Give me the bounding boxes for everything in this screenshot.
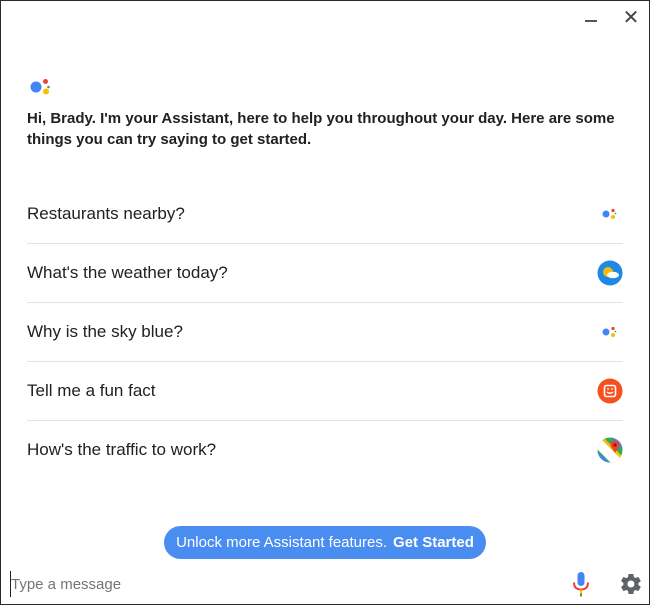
suggestion-weather[interactable]: What's the weather today?: [27, 244, 623, 303]
weather-icon: [597, 260, 623, 286]
minimize-button[interactable]: [580, 7, 602, 29]
close-button[interactable]: ✕: [620, 7, 642, 29]
assistant-window: ✕ Hi, Brady. I'm your Assistant, here to…: [0, 0, 650, 605]
assistant-logo-icon: [30, 79, 50, 95]
message-bar: [1, 567, 649, 603]
suggestion-list: Restaurants nearby? What's the weather t…: [27, 185, 623, 479]
suggestion-fun-fact[interactable]: Tell me a fun fact: [27, 362, 623, 421]
microphone-icon[interactable]: [570, 571, 592, 597]
suggestion-sky[interactable]: Why is the sky blue?: [27, 303, 623, 362]
suggestion-label: Why is the sky blue?: [27, 322, 183, 341]
suggestion-label: What's the weather today?: [27, 263, 228, 282]
unlock-text: Unlock more Assistant features.: [176, 534, 388, 551]
suggestion-restaurants[interactable]: Restaurants nearby?: [27, 185, 623, 244]
settings-gear-icon[interactable]: [619, 572, 643, 596]
close-icon: ✕: [622, 7, 640, 29]
assistant-dots-icon: [602, 208, 617, 219]
suggestion-traffic[interactable]: How's the traffic to work?: [27, 421, 623, 479]
assistant-dots-icon: [602, 326, 617, 337]
suggestion-label: How's the traffic to work?: [27, 440, 217, 459]
message-input[interactable]: [10, 571, 551, 597]
get-started-link[interactable]: Get Started: [393, 534, 474, 551]
maps-icon: [597, 437, 623, 463]
minimize-icon: [585, 20, 597, 22]
suggestion-label: Tell me a fun fact: [27, 381, 156, 400]
unlock-features-button[interactable]: Unlock more Assistant features. Get Star…: [164, 526, 486, 559]
fun-fact-icon: [597, 378, 623, 404]
suggestion-label: Restaurants nearby?: [27, 204, 185, 223]
greeting-text: Hi, Brady. I'm your Assistant, here to h…: [27, 110, 615, 148]
